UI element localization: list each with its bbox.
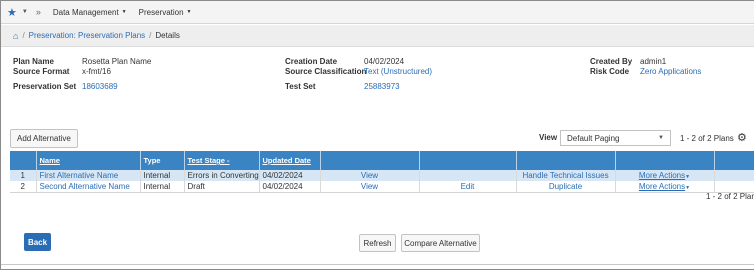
chevron-down-icon: ▼ bbox=[685, 174, 691, 180]
top-navigation: ★ ▼ » Data Management ▼ Preservation ▼ bbox=[1, 1, 754, 24]
favorites-star-icon[interactable]: ★ bbox=[7, 6, 17, 19]
column-header-extra bbox=[714, 151, 754, 170]
pager-summary-top: 1 - 2 of 2 Plans bbox=[680, 134, 734, 143]
chevron-down-icon: ▼ bbox=[685, 184, 691, 191]
alternative-name-link[interactable]: Second Alternative Name bbox=[36, 181, 141, 193]
home-icon[interactable]: ⌂ bbox=[13, 31, 18, 41]
breadcrumb-separator: / bbox=[149, 31, 152, 40]
type-cell: Internal bbox=[140, 181, 185, 193]
handle-technical-issues-link[interactable]: Handle Technical Issues bbox=[516, 170, 616, 181]
column-header-index bbox=[10, 151, 37, 170]
source-classification-link[interactable]: Text (Unstructured) bbox=[364, 67, 432, 77]
row-number: 1 bbox=[10, 170, 37, 181]
menu-label: Data Management bbox=[52, 7, 119, 17]
test-stage-cell: Draft bbox=[184, 181, 260, 193]
more-actions-dropdown[interactable]: More Actions▼ bbox=[615, 170, 715, 181]
menu-data-management[interactable]: Data Management ▼ bbox=[53, 8, 127, 17]
refresh-button[interactable]: Refresh bbox=[359, 234, 396, 252]
alternatives-table: Name Type Test Stage - Updated Date 1 Fi… bbox=[10, 151, 754, 193]
extra-cell bbox=[714, 181, 754, 193]
breadcrumb-separator: / bbox=[22, 31, 25, 40]
updated-date-cell: 04/02/2024 bbox=[259, 181, 321, 193]
view-link[interactable]: View bbox=[320, 181, 420, 193]
plan-name-value: Rosetta Plan Name bbox=[82, 57, 152, 66]
breadcrumb-link-preservation-plans[interactable]: Preservation: Preservation Plans bbox=[29, 31, 146, 40]
breadcrumb-current: Details bbox=[155, 31, 180, 40]
column-header-test-stage[interactable]: Test Stage - bbox=[184, 151, 260, 170]
menu-label: Preservation bbox=[138, 7, 184, 17]
column-header-action-1 bbox=[320, 151, 420, 170]
favorites-chevron-down-icon[interactable]: ▼ bbox=[22, 9, 28, 15]
source-classification-label: Source Classification bbox=[285, 67, 367, 76]
more-actions-label: More Actions bbox=[638, 181, 686, 191]
sort-arrow-icon: - bbox=[226, 156, 230, 165]
preservation-set-link[interactable]: 18603689 bbox=[82, 82, 118, 92]
column-header-more bbox=[615, 151, 715, 170]
type-cell: Internal bbox=[140, 170, 185, 181]
footer-divider bbox=[1, 264, 754, 265]
plan-name-label: Plan Name bbox=[13, 57, 54, 66]
column-header-action-2 bbox=[419, 151, 517, 170]
updated-date-cell: 04/02/2024 bbox=[259, 170, 321, 181]
table-row[interactable]: 2 Second Alternative Name Internal Draft… bbox=[10, 181, 754, 193]
chevron-down-icon: ▼ bbox=[658, 135, 664, 141]
test-set-label: Test Set bbox=[285, 82, 316, 91]
created-by-value: admin1 bbox=[640, 57, 667, 66]
creation-date-value: 04/02/2024 bbox=[364, 57, 405, 66]
back-button[interactable]: Back bbox=[24, 233, 51, 251]
test-stage-cell: Errors in Converting bbox=[184, 170, 260, 181]
duplicate-link[interactable]: Duplicate bbox=[516, 181, 616, 193]
column-header-action-3 bbox=[516, 151, 616, 170]
created-by-label: Created By bbox=[590, 57, 633, 66]
column-header-name[interactable]: Name bbox=[36, 151, 141, 170]
menu-preservation[interactable]: Preservation ▼ bbox=[139, 8, 192, 17]
table-row[interactable]: 1 First Alternative Name Internal Errors… bbox=[10, 170, 754, 181]
column-header-updated-date[interactable]: Updated Date bbox=[259, 151, 321, 170]
extra-cell bbox=[714, 170, 754, 181]
details-column-2: Creation Date 04/02/2024 Source Classifi… bbox=[285, 57, 432, 92]
breadcrumb: ⌂ / Preservation: Preservation Plans / D… bbox=[1, 25, 754, 47]
row-number: 2 bbox=[10, 181, 37, 193]
risk-code-label: Risk Code bbox=[590, 67, 630, 76]
action-2-cell bbox=[419, 170, 517, 181]
source-format-label: Source Format bbox=[13, 67, 70, 76]
view-selected-value: Default Paging bbox=[567, 133, 620, 143]
column-header-type: Type bbox=[140, 151, 185, 170]
source-format-value: x-fmt/16 bbox=[82, 67, 111, 76]
creation-date-label: Creation Date bbox=[285, 57, 338, 66]
details-column-1: Plan Name Rosetta Plan Name Source Forma… bbox=[13, 57, 151, 92]
pager-summary-bottom: 1 - 2 of 2 Plans bbox=[706, 192, 754, 201]
view-label: View bbox=[539, 133, 558, 142]
details-column-3: Created By admin1 Risk Code Zero Applica… bbox=[590, 57, 701, 77]
gear-icon[interactable]: ⚙ bbox=[737, 131, 747, 144]
column-header-label: Test Stage bbox=[187, 156, 225, 165]
edit-link[interactable]: Edit bbox=[419, 181, 517, 193]
alternative-name-link[interactable]: First Alternative Name bbox=[36, 170, 141, 181]
test-set-link[interactable]: 25883973 bbox=[364, 82, 400, 92]
compare-alternative-button[interactable]: Compare Alternative bbox=[401, 234, 480, 252]
double-chevron-right-icon[interactable]: » bbox=[36, 7, 41, 17]
add-alternative-button[interactable]: Add Alternative bbox=[10, 129, 78, 148]
table-header-row: Name Type Test Stage - Updated Date bbox=[10, 151, 754, 170]
risk-code-link[interactable]: Zero Applications bbox=[640, 67, 701, 77]
view-select[interactable]: Default Paging ▼ bbox=[560, 130, 671, 146]
chevron-down-icon: ▼ bbox=[186, 9, 192, 15]
view-link[interactable]: View bbox=[320, 170, 420, 181]
more-actions-label: More Actions bbox=[638, 171, 686, 180]
preservation-set-label: Preservation Set bbox=[13, 82, 77, 91]
chevron-down-icon: ▼ bbox=[121, 9, 127, 15]
more-actions-dropdown[interactable]: More Actions▼ bbox=[615, 181, 715, 193]
